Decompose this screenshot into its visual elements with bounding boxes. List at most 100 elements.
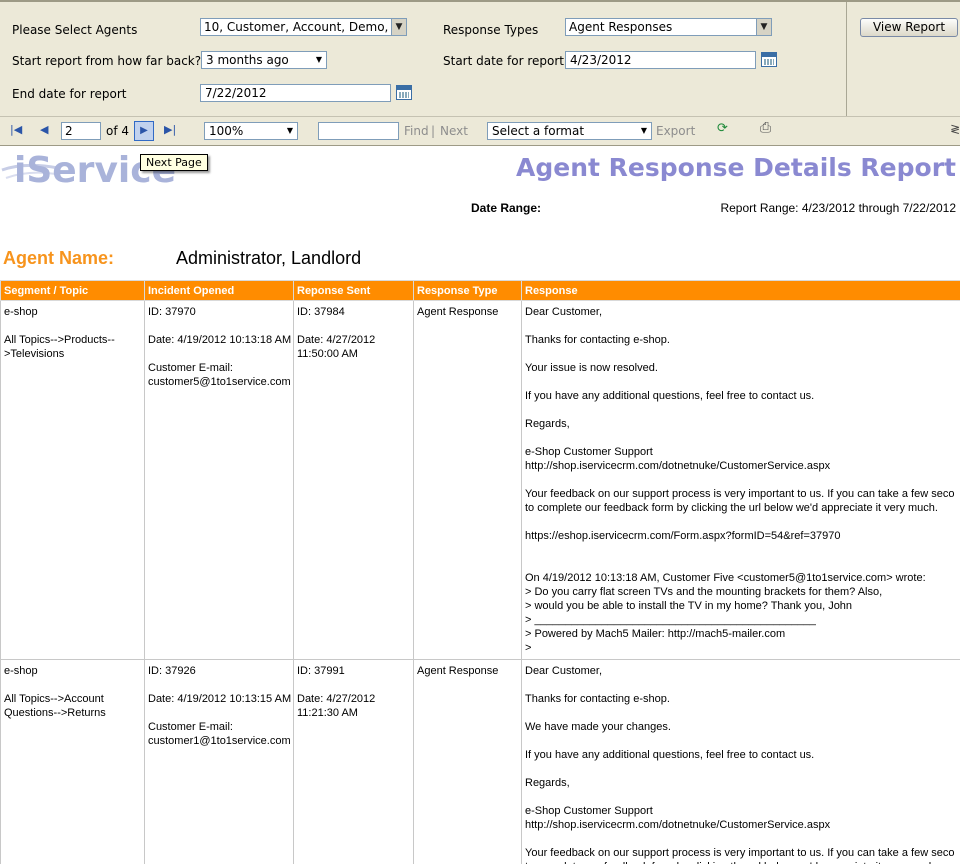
response-text-line: https://eshop.iservicecrm.com/Form.aspx?… — [525, 530, 841, 542]
end-date-input[interactable]: 7/22/2012 — [200, 84, 391, 102]
table-row: e-shop All Topics-->Account Questions-->Re… — [0, 659, 960, 864]
topic-path: All Topics-->Account — [4, 693, 104, 705]
find-next-link[interactable]: Next — [440, 124, 468, 138]
response-sent-cell: ID: 37991 Date: 4/27/2012 11:21:30 AM — [293, 659, 414, 864]
zoom-select[interactable]: 100% ▼ — [204, 122, 298, 140]
print-icon[interactable]: ⎙ — [760, 121, 771, 135]
incident-cell: ID: 37970 Date: 4/19/2012 10:13:18 AM Cust… — [144, 300, 294, 660]
incident-date: Date: 4/19/2012 10:13:15 AM — [148, 693, 292, 705]
response-id: ID: 37991 — [297, 665, 345, 677]
refresh-icon[interactable]: ⟳ — [717, 122, 728, 136]
previous-page-icon[interactable]: ◀ — [40, 123, 48, 137]
customer-email: customer1@1to1service.com — [148, 735, 291, 747]
export-link[interactable]: Export — [656, 124, 695, 138]
topic-path: Questions-->Returns — [4, 707, 106, 719]
response-text-line — [525, 403, 960, 417]
response-text-line: If you have any additional questions, fe… — [525, 390, 815, 402]
response-text-line: to complete our feedback form by clickin… — [525, 860, 960, 864]
table-header-row: Segment / Topic Incident Opened Reponse … — [0, 280, 960, 301]
response-text-line — [525, 678, 960, 692]
response-text-line: If you have any additional questions, fe… — [525, 749, 815, 761]
zoom-value: 100% — [209, 124, 244, 138]
customer-email-label: Customer E-mail: — [148, 362, 233, 374]
start-date-input[interactable]: 4/23/2012 — [565, 51, 756, 69]
column-header: Segment / Topic — [0, 280, 145, 301]
find-input[interactable] — [318, 122, 399, 140]
report-title: Agent Response Details Report — [516, 153, 956, 182]
response-text-line: Thanks for contacting e-shop. — [525, 334, 670, 346]
response-text-line — [525, 832, 960, 846]
parameter-panel: Please Select Agents 10, Customer, Accou… — [0, 0, 960, 118]
response-text-line: Regards, — [525, 418, 570, 430]
response-text-line: > Powered by Mach5 Mailer: http://mach5-… — [525, 628, 786, 640]
find-separator: | — [431, 124, 436, 138]
response-id: ID: 37984 — [297, 306, 345, 318]
response-types-label: Response Types — [443, 23, 539, 37]
report-viewer: iService Next Page Agent Response Detail… — [0, 146, 960, 864]
page-count: of 4 — [106, 124, 130, 138]
topic-path: All Topics-->Products-- — [4, 334, 115, 346]
next-page-icon: ▶ — [140, 125, 148, 136]
response-types-select[interactable]: Agent Responses — [565, 18, 757, 36]
collapse-icon[interactable]: ≷ — [950, 122, 960, 136]
export-format-select[interactable]: Select a format ▼ — [487, 122, 652, 140]
response-text-line: e-Shop Customer Support — [525, 805, 653, 817]
view-report-button[interactable]: View Report — [860, 18, 958, 37]
agents-select[interactable]: 10, Customer, Account, Demo, A — [200, 18, 392, 36]
column-header: Incident Opened — [144, 280, 294, 301]
response-text-line: > Do you carry flat screen TVs and the m… — [525, 586, 883, 598]
calendar-icon[interactable] — [761, 52, 777, 67]
response-type: Agent Response — [417, 306, 499, 318]
customer-email-label: Customer E-mail: — [148, 721, 233, 733]
next-page-button[interactable]: ▶ — [134, 121, 154, 141]
column-header: Response — [521, 280, 960, 301]
how-far-back-select[interactable]: 3 months ago ▼ — [201, 51, 327, 69]
response-types-dropdown-button[interactable]: ▼ — [756, 18, 772, 36]
segment-name: e-shop — [4, 306, 38, 318]
response-text-line: Thanks for contacting e-shop. — [525, 693, 670, 705]
date-range-value: Report Range: 4/23/2012 through 7/22/201… — [720, 201, 956, 215]
how-far-back-label: Start report from how far back? — [12, 54, 202, 68]
response-text-line: Your feedback on our support process is … — [525, 847, 955, 859]
topic-path: >Televisions — [4, 348, 65, 360]
response-text-line: > would you be able to install the TV in… — [525, 600, 853, 612]
response-time: 11:50:00 AM — [297, 348, 358, 360]
response-text-line — [525, 762, 960, 776]
find-link[interactable]: Find — [404, 124, 429, 138]
how-far-back-value: 3 months ago — [206, 53, 289, 67]
response-text-line — [525, 375, 960, 389]
response-text-line: Dear Customer, — [525, 665, 603, 677]
incident-date: Date: 4/19/2012 10:13:18 AM — [148, 334, 292, 346]
response-text-line: Your feedback on our support process is … — [525, 488, 955, 500]
response-text-line: > — [525, 642, 532, 654]
page-number-input[interactable]: 2 — [61, 122, 101, 140]
date-range-label: Date Range: — [471, 201, 542, 215]
export-format-value: Select a format — [492, 124, 585, 138]
response-type-cell: Agent Response — [413, 659, 522, 864]
response-text-line — [525, 347, 960, 361]
response-date: Date: 4/27/2012 — [297, 334, 376, 346]
incident-id: ID: 37926 — [148, 665, 196, 677]
column-header: Reponse Sent — [293, 280, 414, 301]
response-cell: Dear Customer, Thanks for contacting e-sh… — [521, 300, 960, 660]
chevron-down-icon: ▼ — [640, 126, 647, 135]
response-text-line: Your issue is now resolved. — [525, 362, 658, 374]
agents-dropdown-button[interactable]: ▼ — [391, 18, 407, 36]
response-text-line — [525, 431, 960, 445]
response-text-line — [525, 734, 960, 748]
calendar-icon[interactable] — [396, 85, 412, 100]
last-page-icon[interactable]: ▶| — [164, 123, 176, 137]
segment-name: e-shop — [4, 665, 38, 677]
first-page-icon[interactable]: |◀ — [10, 123, 22, 137]
response-text-line — [525, 790, 960, 804]
response-type-cell: Agent Response — [413, 300, 522, 660]
next-page-tooltip: Next Page — [140, 154, 208, 171]
response-details-table: Segment / Topic Incident Opened Reponse … — [0, 280, 960, 864]
column-header: Response Type — [413, 280, 522, 301]
agent-name-label: Agent Name: — [3, 248, 115, 268]
response-text-line — [525, 319, 960, 333]
response-text-line: > ______________________________________… — [525, 614, 816, 626]
chevron-down-icon: ▼ — [395, 22, 403, 32]
end-date-label: End date for report — [12, 87, 127, 101]
response-text-line: We have made your changes. — [525, 721, 671, 733]
